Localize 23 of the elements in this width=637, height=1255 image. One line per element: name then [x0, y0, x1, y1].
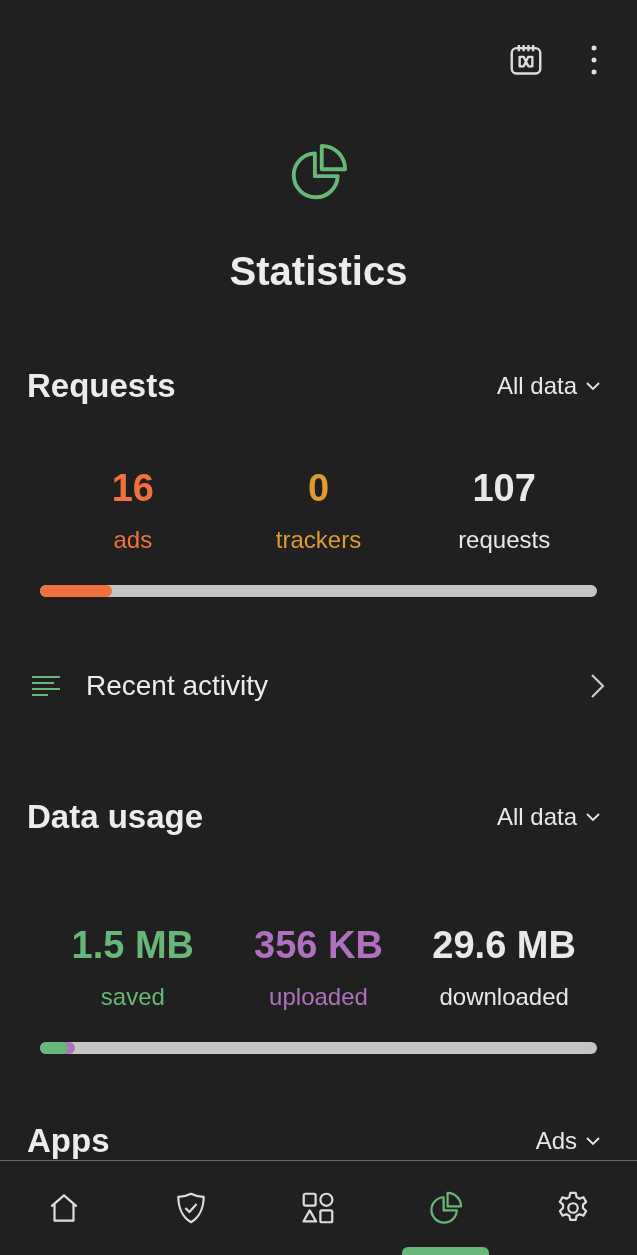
- stat-value: 107: [472, 466, 536, 511]
- stat-label: uploaded: [269, 982, 368, 1012]
- filter-dropdown[interactable]: All data: [496, 372, 601, 400]
- list-lines-icon: [30, 674, 62, 698]
- stat-value: 29.6 MB: [432, 923, 576, 968]
- stat-value: 16: [111, 466, 154, 511]
- stat-label: trackers: [275, 525, 362, 555]
- filter-dropdown[interactable]: Ads: [535, 1127, 601, 1155]
- stat-label: saved: [100, 982, 165, 1012]
- stat-value: 356 KB: [254, 923, 383, 968]
- recent-activity-row[interactable]: Recent activity: [0, 656, 637, 716]
- section-title: Apps: [27, 1122, 110, 1160]
- section-title: Requests: [27, 367, 176, 405]
- stat-label: downloaded: [439, 982, 569, 1012]
- section-title: Data usage: [27, 798, 204, 836]
- filter-dropdown[interactable]: All data: [496, 803, 601, 831]
- more-menu-icon[interactable]: [589, 44, 599, 76]
- page-title: Statistics: [229, 248, 408, 295]
- stat-label: requests: [458, 525, 551, 555]
- chevron-right-icon: [589, 672, 607, 700]
- stat-value: 0: [307, 466, 330, 511]
- stat-value: 1.5 MB: [71, 923, 195, 968]
- stat-label: ads: [113, 525, 153, 555]
